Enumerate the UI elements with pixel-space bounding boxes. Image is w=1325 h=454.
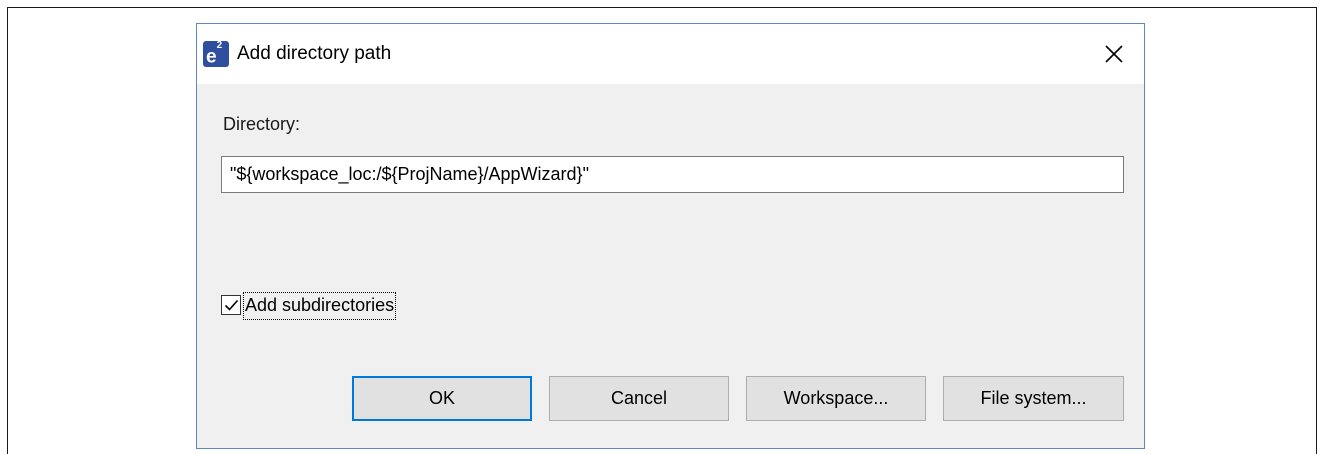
close-button[interactable] (1086, 24, 1144, 84)
app-logo-superscript: 2 (216, 40, 223, 51)
workspace-button[interactable]: Workspace... (746, 376, 926, 421)
add-directory-dialog: e2 Add directory path Directory: Add sub… (196, 23, 1145, 449)
directory-label: Directory: (223, 114, 301, 134)
add-subdirectories-checkbox[interactable] (221, 295, 241, 315)
close-icon (1105, 45, 1123, 63)
add-subdirectories-label[interactable]: Add subdirectories (243, 292, 397, 320)
cancel-button[interactable]: Cancel (549, 376, 729, 421)
app-logo-icon: e2 (203, 40, 229, 68)
app-logo-letter: e (206, 46, 217, 68)
document-frame: e2 Add directory path Directory: Add sub… (7, 7, 1317, 454)
file-system-button[interactable]: File system... (943, 376, 1124, 421)
directory-input[interactable] (221, 156, 1124, 193)
checkmark-icon (224, 299, 239, 311)
dialog-titlebar: e2 Add directory path (197, 24, 1144, 84)
dialog-title: Add directory path (237, 43, 392, 64)
ok-button[interactable]: OK (352, 376, 532, 421)
